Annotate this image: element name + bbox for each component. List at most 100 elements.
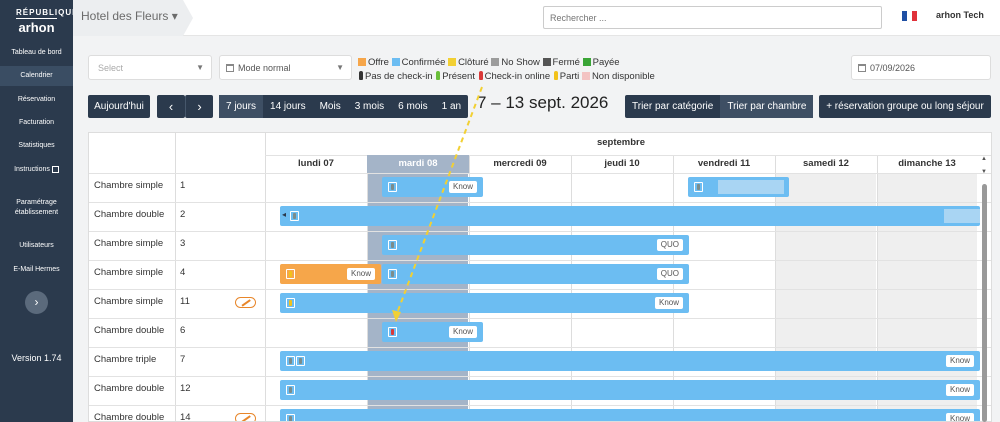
day-header: mercredi 09 bbox=[493, 158, 547, 169]
user-menu[interactable]: arhon Tech bbox=[936, 10, 984, 20]
legend-swatch bbox=[542, 58, 551, 66]
legend-label: Pas de check-in bbox=[365, 71, 436, 82]
sidebar-item-statistics[interactable]: Statistiques bbox=[0, 141, 73, 151]
grid-divider bbox=[89, 231, 991, 232]
grid-divider bbox=[89, 405, 991, 406]
scroll-down-icon[interactable]: ▼ bbox=[981, 169, 987, 175]
range-option[interactable]: 1 an bbox=[435, 95, 468, 118]
legend-label: Offre bbox=[368, 57, 392, 68]
group-booking-button[interactable]: + réservation groupe ou long séjour bbox=[819, 95, 991, 118]
room-type: Chambre simple bbox=[94, 238, 164, 249]
booking-bar[interactable]: Know bbox=[280, 351, 980, 371]
sidebar-item-dashboard[interactable]: Tableau de bord bbox=[0, 48, 73, 58]
grid-divider bbox=[89, 318, 991, 319]
hotel-selector[interactable]: Hotel des Fleurs ▾ bbox=[73, 0, 183, 36]
cleaning-icon[interactable] bbox=[235, 413, 256, 421]
range-option[interactable]: 3 mois bbox=[348, 95, 391, 118]
legend-swatch bbox=[491, 58, 500, 66]
app-logo[interactable]: RÉPUBLIQUE arhon bbox=[0, 8, 77, 35]
person-status-icon bbox=[286, 385, 295, 395]
person-status-icon bbox=[286, 298, 295, 308]
room-type: Chambre double bbox=[94, 412, 165, 422]
month-header: septembre bbox=[596, 137, 646, 148]
room-number: 7 bbox=[180, 354, 186, 365]
flag-stripe bbox=[912, 11, 917, 21]
calendar-icon bbox=[226, 64, 234, 72]
legend-swatch bbox=[358, 58, 366, 66]
sidebar-item-instructions[interactable]: Instructions bbox=[0, 165, 73, 175]
date-value: 07/09/2026 bbox=[870, 63, 916, 73]
sidebar-expand-button[interactable]: › bbox=[25, 291, 48, 314]
legend-swatch bbox=[581, 72, 590, 80]
sort-selector: Trier par catégorie Trier par chambre bbox=[625, 95, 814, 118]
room-filter-select[interactable]: Select ▼ bbox=[88, 55, 212, 80]
know-tag: Know bbox=[654, 297, 683, 309]
booking-bar[interactable] bbox=[688, 177, 789, 197]
sidebar-item-calendar[interactable]: Calendrier bbox=[0, 66, 73, 86]
app-version: Version 1.74 bbox=[11, 353, 62, 363]
day-header: samedi 12 bbox=[803, 158, 849, 169]
person-icon bbox=[436, 71, 441, 80]
scroll-up-icon[interactable]: ▲ bbox=[981, 156, 987, 162]
date-picker[interactable]: 07/09/2026 bbox=[851, 55, 991, 80]
sidebar-item-label: Instructions bbox=[14, 166, 50, 173]
booking-bar[interactable]: Know bbox=[280, 380, 980, 400]
legend-label: Confirmée bbox=[401, 57, 449, 68]
room-number: 14 bbox=[180, 412, 191, 422]
legend-swatch bbox=[582, 58, 591, 66]
room-type: Chambre simple bbox=[94, 180, 164, 191]
know-tag: Know bbox=[945, 384, 974, 396]
day-header: jeudi 10 bbox=[604, 158, 640, 169]
sort-room-button[interactable]: Trier par chambre bbox=[720, 95, 814, 118]
booking-bar[interactable]: Know bbox=[382, 322, 483, 342]
day-header: lundi 07 bbox=[298, 158, 334, 169]
search-input[interactable] bbox=[543, 6, 882, 29]
room-number: 12 bbox=[180, 383, 191, 394]
logo-main-text: arhon bbox=[18, 20, 55, 35]
next-week-button[interactable]: › bbox=[185, 95, 213, 118]
booking-bar[interactable]: Know bbox=[280, 264, 381, 284]
room-type: Chambre simple bbox=[94, 267, 164, 278]
grid-divider bbox=[175, 133, 176, 421]
legend-label: Parti bbox=[559, 71, 582, 82]
booking-bar[interactable]: ◂ bbox=[280, 206, 980, 226]
booking-calendar: septembre lundi 07 mardi 08 mercredi 09 jeu… bbox=[88, 132, 992, 422]
booking-bar[interactable]: Know bbox=[382, 177, 483, 197]
mode-select[interactable]: Mode normal ▼ bbox=[219, 55, 352, 80]
person-status-icon bbox=[388, 327, 397, 337]
select-placeholder: Select bbox=[98, 63, 124, 73]
sidebar-item-email[interactable]: E-Mail Hermes bbox=[0, 265, 73, 275]
person-status-icon bbox=[388, 182, 397, 192]
sidebar-item-reservation[interactable]: Réservation bbox=[0, 95, 73, 105]
know-tag: Know bbox=[945, 355, 974, 367]
sidebar-item-billing[interactable]: Facturation bbox=[0, 118, 73, 128]
legend-label: Fermé bbox=[552, 57, 583, 68]
language-flag-icon[interactable] bbox=[902, 11, 917, 21]
know-tag: Know bbox=[346, 268, 375, 280]
range-option[interactable]: 6 mois bbox=[391, 95, 434, 118]
legend-label: Payée bbox=[592, 57, 620, 68]
prev-week-button[interactable]: ‹ bbox=[157, 95, 185, 118]
sidebar-item-settings[interactable]: Paramétrage établissement bbox=[0, 198, 73, 218]
grid-divider bbox=[89, 289, 991, 290]
sidebar-item-users[interactable]: Utilisateurs bbox=[0, 241, 73, 251]
legend-label: Non disponible bbox=[591, 71, 655, 82]
booking-bar[interactable]: QUO bbox=[382, 235, 689, 255]
booking-bar[interactable]: Know bbox=[280, 409, 980, 421]
know-tag: Know bbox=[448, 181, 477, 193]
day-header: dimanche 13 bbox=[898, 158, 956, 169]
range-option[interactable]: Mois bbox=[313, 95, 348, 118]
today-button[interactable]: Aujourd'hui bbox=[88, 95, 150, 118]
cleaning-icon[interactable] bbox=[235, 297, 256, 308]
vertical-scrollbar[interactable] bbox=[982, 184, 987, 422]
date-range-title: 7 – 13 sept. 2026 bbox=[477, 93, 609, 112]
room-type: Chambre double bbox=[94, 209, 165, 220]
sort-category-button[interactable]: Trier par catégorie bbox=[625, 95, 720, 118]
grid-divider bbox=[89, 202, 991, 203]
range-option[interactable]: 14 jours bbox=[263, 95, 313, 118]
legend-label: Clôturé bbox=[458, 57, 492, 68]
booking-bar[interactable]: QUO bbox=[382, 264, 689, 284]
range-option[interactable]: 7 jours bbox=[219, 95, 264, 118]
room-number: 2 bbox=[180, 209, 186, 220]
booking-bar[interactable]: Know bbox=[280, 293, 689, 313]
